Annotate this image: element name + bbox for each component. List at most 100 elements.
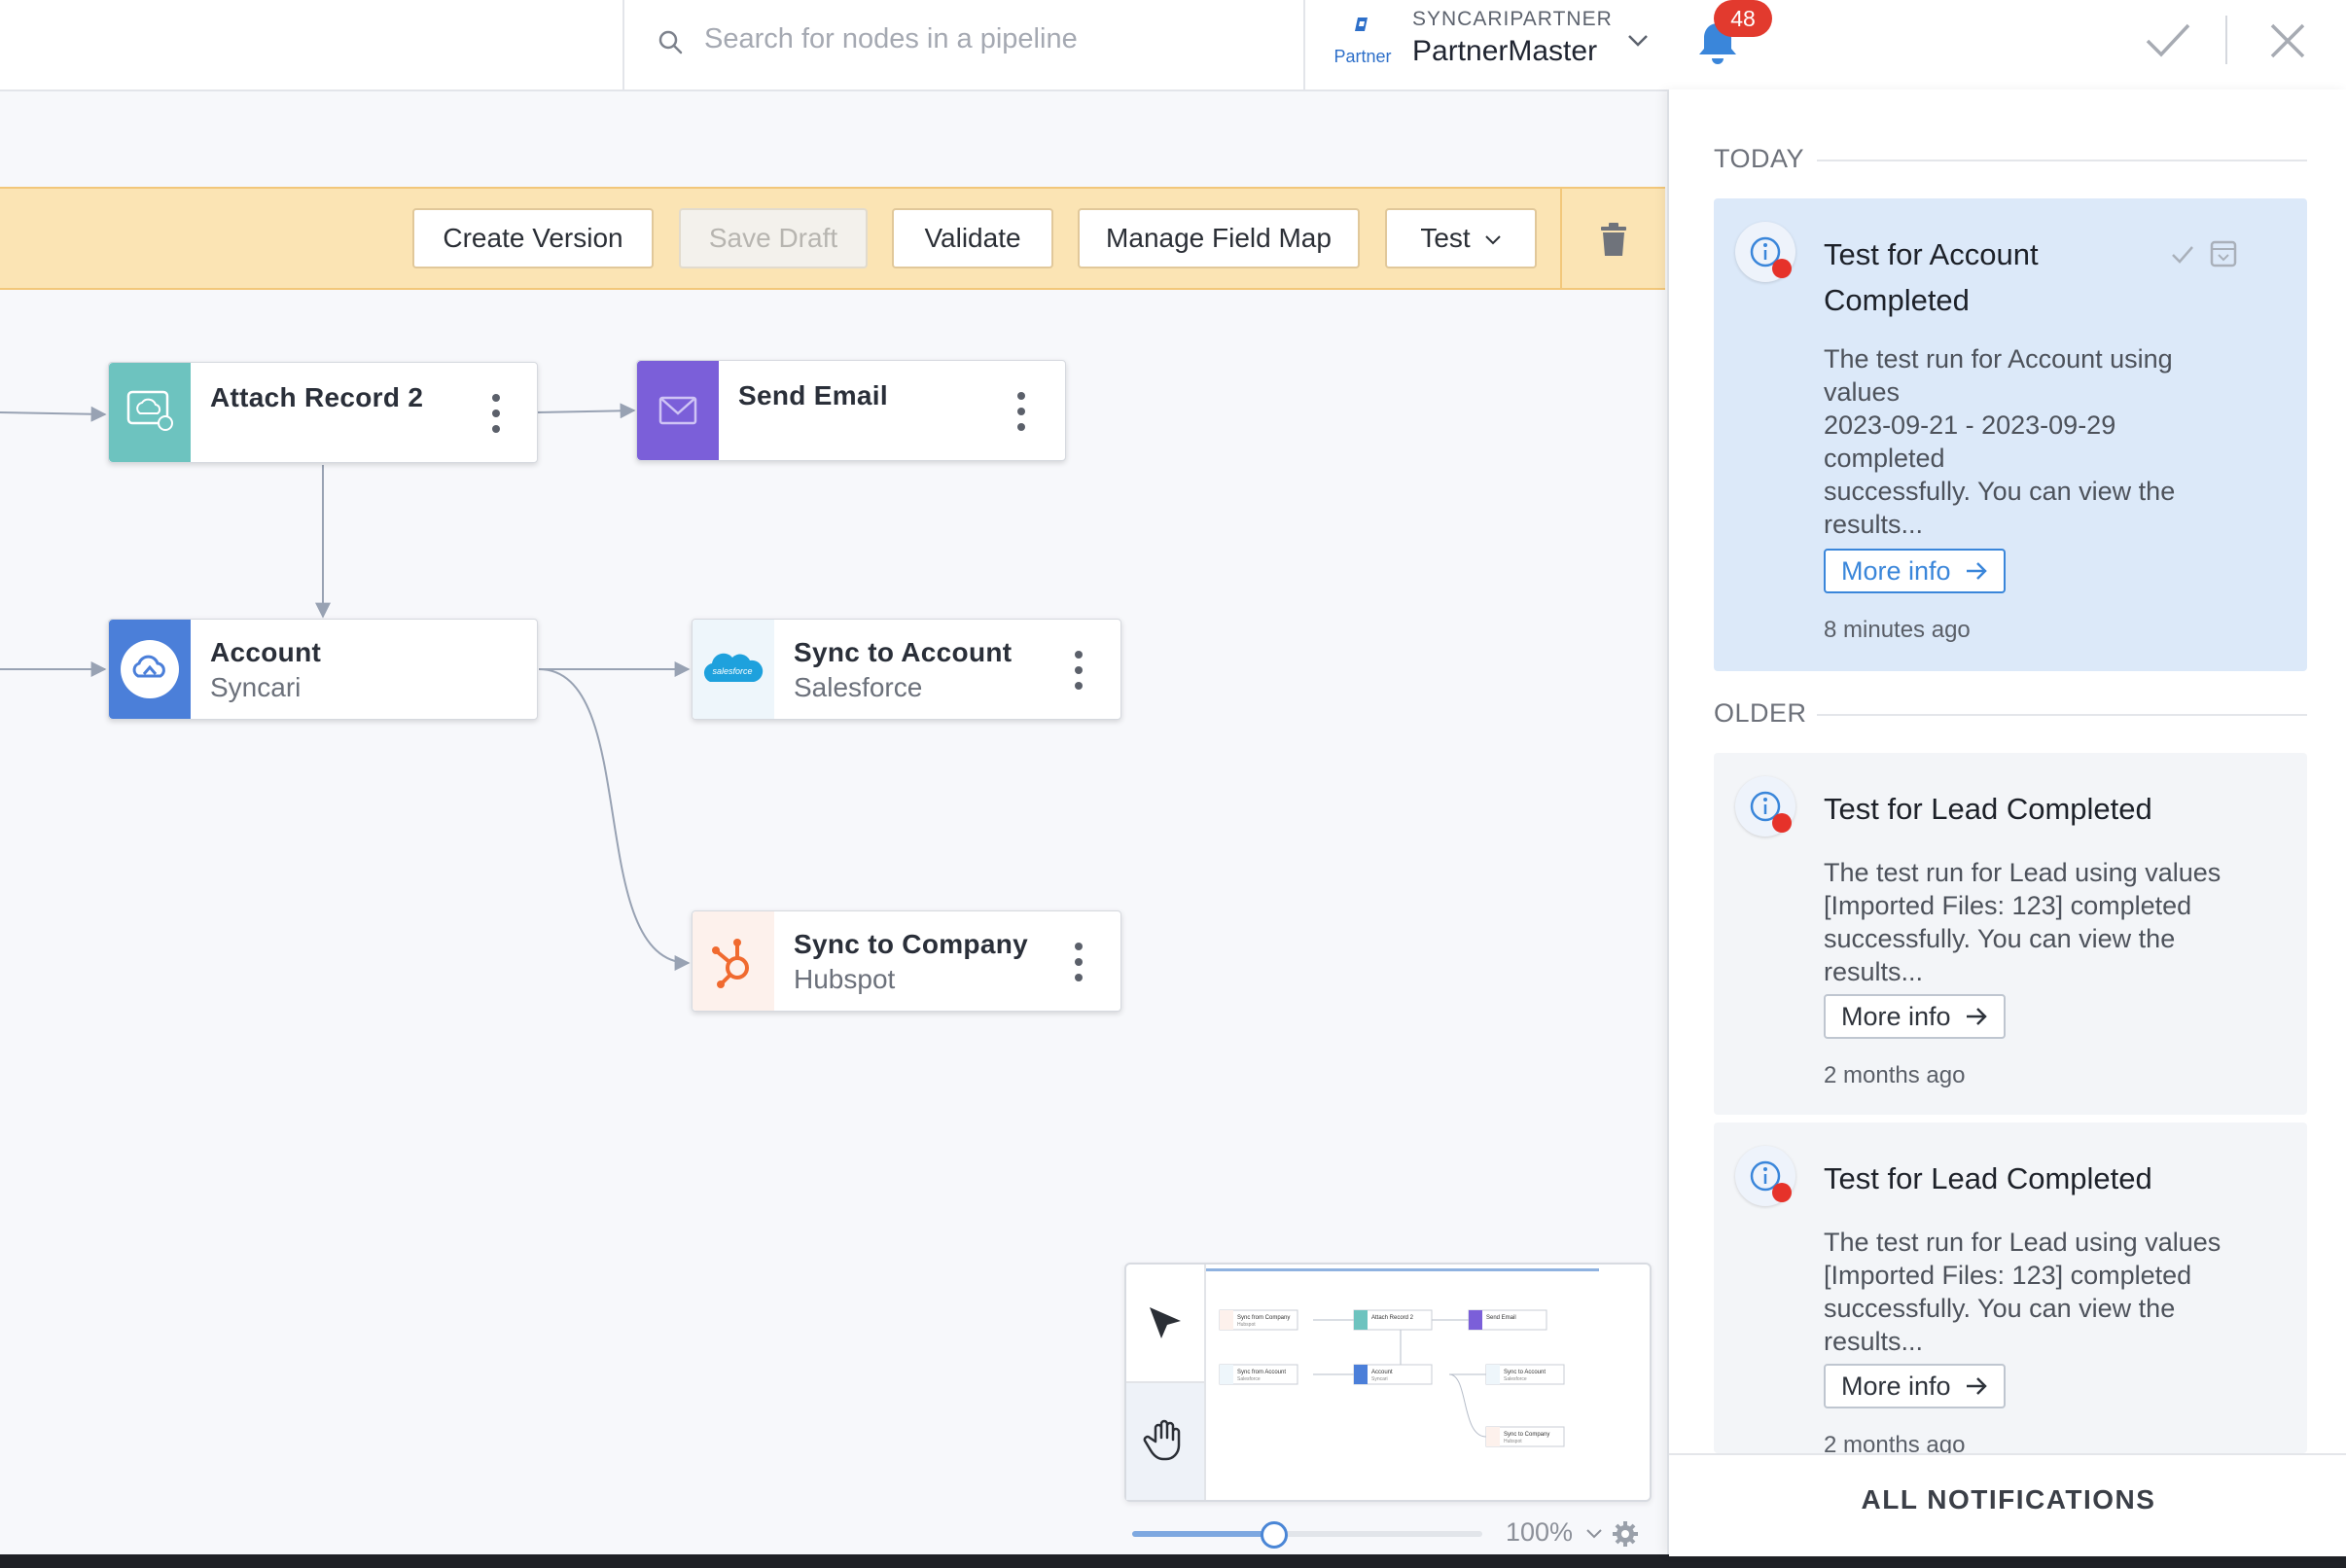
manage-field-map-button[interactable]: Manage Field Map <box>1078 208 1360 268</box>
minimap-node: Sync to AccountSalesforce <box>1485 1364 1565 1385</box>
unread-dot <box>1772 813 1792 833</box>
create-version-button[interactable]: Create Version <box>412 208 654 268</box>
section-divider <box>1817 714 2307 716</box>
syncari-icon-tile <box>109 620 191 719</box>
node-title: Sync to Account <box>794 637 1013 667</box>
chevron-down-icon <box>1484 234 1501 245</box>
zoom-control[interactable]: 100% <box>1132 1517 1657 1552</box>
notification-card[interactable]: Test for Lead Completed The test run for… <box>1714 753 2307 1115</box>
svg-text:Attach Record 2: Attach Record 2 <box>1371 1315 1414 1321</box>
kebab-menu-icon[interactable] <box>1074 649 1084 692</box>
toolbar-separator <box>1560 189 1562 288</box>
minimap-tools <box>1126 1265 1206 1500</box>
save-draft-button[interactable]: Save Draft <box>679 208 868 268</box>
more-info-button[interactable]: More info <box>1824 549 2006 593</box>
trash-icon[interactable] <box>1599 222 1628 257</box>
user-name: PartnerMaster <box>1412 35 1598 67</box>
arrow-right-icon <box>1966 1008 1987 1025</box>
svg-text:Sync to Account: Sync to Account <box>1504 1370 1546 1375</box>
node-title: Send Email <box>738 380 888 410</box>
syncari-cloud-icon <box>121 640 179 698</box>
node-subtitle: Syncari <box>210 672 302 702</box>
minimap-node: AccountSyncari <box>1353 1364 1433 1385</box>
test-dropdown-button[interactable]: Test <box>1385 208 1537 268</box>
arrow-right-icon <box>1966 1377 1987 1395</box>
top-bar: Search for nodes in a pipeline Partner S… <box>0 0 2346 91</box>
node-title: Attach Record 2 <box>210 382 424 412</box>
node-title: Account <box>210 637 322 667</box>
node-account[interactable]: Account Syncari <box>108 619 538 720</box>
svg-text:Partner: Partner <box>1333 47 1391 66</box>
node-subtitle: Salesforce <box>794 672 923 702</box>
account-switcher[interactable]: Partner SYNCARIPARTNER PartnerMaster <box>1303 0 1655 89</box>
minimap-node: Sync from CompanyHubspot <box>1219 1309 1298 1331</box>
envelope-icon <box>658 396 697 425</box>
notification-body: The test run for Lead using values [Impo… <box>1824 858 2222 986</box>
all-notifications-link[interactable]: ALL NOTIFICATIONS <box>1669 1484 2346 1515</box>
node-sync-to-account[interactable]: salesforce Sync to Account Salesforce <box>692 619 1121 720</box>
notification-body: The test run for Account using values 20… <box>1824 344 2176 539</box>
partner-logo-icon: Partner <box>1333 18 1392 66</box>
svg-text:salesforce: salesforce <box>712 666 752 676</box>
kebab-menu-icon[interactable] <box>491 392 501 435</box>
node-sync-to-company[interactable]: Sync to Company Hubspot <box>692 910 1121 1012</box>
hand-icon <box>1143 1419 1181 1461</box>
window-bottom-edge <box>0 1554 2346 1568</box>
test-button-label: Test <box>1420 223 1471 253</box>
notification-actions <box>2172 240 2237 267</box>
section-divider <box>1817 160 2307 161</box>
more-info-button[interactable]: More info <box>1824 994 2006 1039</box>
svg-text:Salesforce: Salesforce <box>1504 1376 1527 1382</box>
select-tool[interactable] <box>1126 1265 1204 1381</box>
gear-icon[interactable] <box>1611 1519 1640 1549</box>
minimap-node: Attach Record 2 <box>1353 1309 1433 1331</box>
node-attach-record[interactable]: Attach Record 2 <box>108 362 538 463</box>
svg-text:Sync from Account: Sync from Account <box>1237 1370 1286 1375</box>
zoom-slider-handle[interactable] <box>1261 1521 1288 1549</box>
cloud-attach-icon <box>126 390 173 431</box>
node-subtitle: Hubspot <box>794 964 896 994</box>
section-today-label: TODAY <box>1714 144 1805 173</box>
minimap-viewport[interactable]: Sync from Company Hubspot Attach Record 2 S… <box>1206 1268 1599 1495</box>
search-icon <box>658 30 683 54</box>
chevron-down-icon[interactable] <box>1585 1527 1603 1541</box>
svg-text:Salesforce: Salesforce <box>1237 1376 1261 1382</box>
svg-text:Hubspot: Hubspot <box>1237 1322 1256 1328</box>
check-icon[interactable] <box>2144 19 2192 62</box>
pipeline-toolbar: Create Version Save Draft Validate Manag… <box>0 187 1665 290</box>
notification-count-badge: 48 <box>1714 0 1772 37</box>
node-title: Sync to Company <box>794 929 1028 959</box>
panel-footer: ALL NOTIFICATIONS <box>1669 1453 2346 1556</box>
attach-record-icon-tile <box>109 363 191 462</box>
pan-tool[interactable] <box>1126 1381 1204 1500</box>
unread-dot <box>1772 1183 1792 1202</box>
svg-text:Hubspot: Hubspot <box>1504 1439 1522 1444</box>
svg-text:Syncari: Syncari <box>1371 1376 1388 1382</box>
notification-timestamp: 2 months ago <box>1824 1062 1966 1088</box>
node-send-email[interactable]: Send Email <box>636 360 1066 461</box>
validate-button[interactable]: Validate <box>892 208 1053 268</box>
section-older-label: OLDER <box>1714 698 1807 728</box>
zoom-slider-fill <box>1132 1531 1272 1537</box>
notification-card[interactable]: Test for Lead Completed The test run for… <box>1714 1123 2307 1453</box>
kebab-menu-icon[interactable] <box>1016 390 1026 433</box>
svg-text:Send Email: Send Email <box>1486 1315 1516 1321</box>
hubspot-icon-tile <box>693 911 774 1011</box>
mark-read-check-icon <box>2172 246 2193 264</box>
search-input[interactable]: Search for nodes in a pipeline <box>704 23 1078 55</box>
close-icon[interactable] <box>2266 19 2309 62</box>
minimap[interactable]: Sync from Company Hubspot Attach Record 2 S… <box>1124 1263 1652 1502</box>
chevron-down-icon[interactable] <box>1626 33 1650 49</box>
cursor-arrow-icon <box>1150 1307 1181 1338</box>
notification-timestamp: 2 months ago <box>1824 1432 1966 1453</box>
node-search[interactable]: Search for nodes in a pipeline <box>622 0 1305 89</box>
zoom-level[interactable]: 100% <box>1506 1517 1573 1548</box>
send-email-icon-tile <box>637 361 719 460</box>
svg-text:Account: Account <box>1371 1370 1393 1375</box>
notification-card[interactable]: Test for Account Completed The test run … <box>1714 198 2307 671</box>
notifications-panel: TODAY Test for Account Completed The tes… <box>1667 89 2346 1556</box>
more-info-button[interactable]: More info <box>1824 1364 2006 1408</box>
arrow-right-icon <box>1966 562 1987 580</box>
minimap-node: Sync to CompanyHubspot <box>1485 1426 1565 1447</box>
kebab-menu-icon[interactable] <box>1074 941 1084 983</box>
